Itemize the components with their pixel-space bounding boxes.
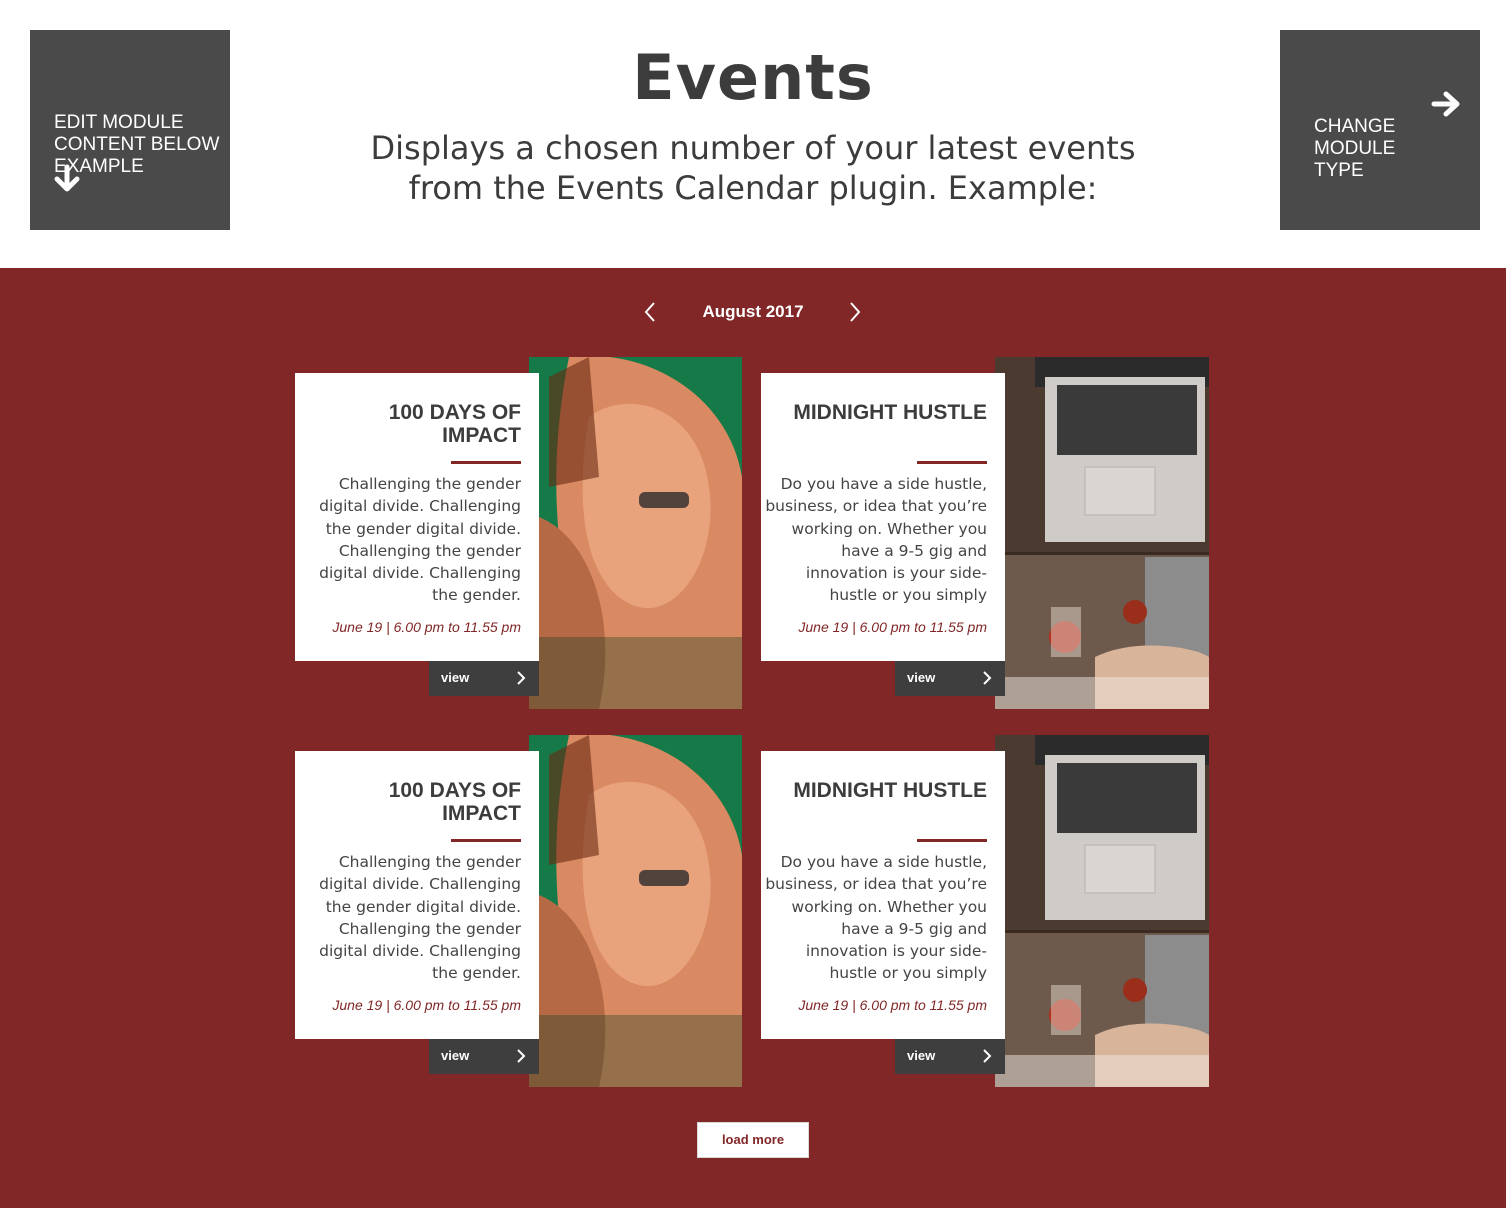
chevron-right-icon (981, 670, 993, 690)
month-navigation: August 2017 (0, 298, 1506, 328)
view-label: view (441, 1048, 470, 1063)
module-header: EDIT MODULE CONTENT BELOW EXAMPLE Events… (0, 0, 1506, 268)
event-date: June 19 | 6.00 pm to 11.55 pm (332, 619, 521, 635)
event-image-laptop (995, 357, 1209, 709)
event-card: 100 DAYS OF IMPACT Challenging the gende… (295, 355, 745, 709)
event-card: 100 DAYS OF IMPACT Challenging the gende… (295, 733, 745, 1087)
event-date: June 19 | 6.00 pm to 11.55 pm (798, 619, 987, 635)
chevron-right-icon (981, 1048, 993, 1068)
view-label: view (907, 670, 936, 685)
event-title: MIDNIGHT HUSTLE (793, 779, 987, 802)
event-description: Challenging the gender digital divide. C… (319, 475, 521, 605)
chevron-right-icon (515, 1048, 527, 1068)
events-module: August 2017 100 DAYS OF IMPACT Challengi… (0, 268, 1506, 1208)
view-button[interactable]: view (895, 1039, 1005, 1074)
event-date: June 19 | 6.00 pm to 11.55 pm (332, 997, 521, 1013)
view-label: view (441, 670, 470, 685)
arrow-down-icon (52, 164, 82, 198)
view-button[interactable]: view (429, 1039, 539, 1074)
chevron-right-icon[interactable] (845, 300, 865, 328)
event-panel: 100 DAYS OF IMPACT Challenging the gende… (295, 373, 539, 661)
subtitle-line-2: from the Events Calendar plugin. Example… (408, 169, 1098, 207)
view-button[interactable]: view (429, 661, 539, 696)
event-title: 100 DAYS OF IMPACT (388, 779, 521, 825)
event-card: MIDNIGHT HUSTLE Do you have a side hustl… (761, 357, 1211, 709)
event-description: Challenging the gender digital divide. C… (319, 853, 521, 983)
event-panel: 100 DAYS OF IMPACT Challenging the gende… (295, 751, 539, 1039)
subtitle-line-1: Displays a chosen number of your latest … (370, 129, 1136, 167)
event-date: June 19 | 6.00 pm to 11.55 pm (798, 997, 987, 1013)
event-title: MIDNIGHT HUSTLE (793, 401, 987, 424)
event-description: Do you have a side hustle, business, or … (765, 475, 987, 605)
chevron-right-icon (515, 670, 527, 690)
event-panel: MIDNIGHT HUSTLE Do you have a side hustl… (761, 751, 1005, 1039)
event-image-laptop (995, 735, 1209, 1087)
event-panel: MIDNIGHT HUSTLE Do you have a side hustl… (761, 373, 1005, 661)
event-title: 100 DAYS OF IMPACT (388, 401, 521, 447)
page-subtitle: Displays a chosen number of your latest … (353, 128, 1153, 208)
event-image-portrait (529, 355, 742, 709)
change-module-label: CHANGE MODULE TYPE (1314, 116, 1396, 181)
title-divider (917, 839, 987, 842)
view-label: view (907, 1048, 936, 1063)
month-label: August 2017 (702, 302, 804, 321)
load-more-button[interactable]: load more (697, 1122, 809, 1158)
title-divider (451, 839, 521, 842)
title-divider (451, 461, 521, 464)
event-card: MIDNIGHT HUSTLE Do you have a side hustl… (761, 735, 1211, 1087)
arrow-right-icon (1430, 88, 1462, 124)
event-description: Do you have a side hustle, business, or … (765, 853, 987, 983)
event-image-portrait (529, 733, 742, 1087)
title-divider (917, 461, 987, 464)
view-button[interactable]: view (895, 661, 1005, 696)
change-module-type-button[interactable]: CHANGE MODULE TYPE (1280, 30, 1480, 230)
